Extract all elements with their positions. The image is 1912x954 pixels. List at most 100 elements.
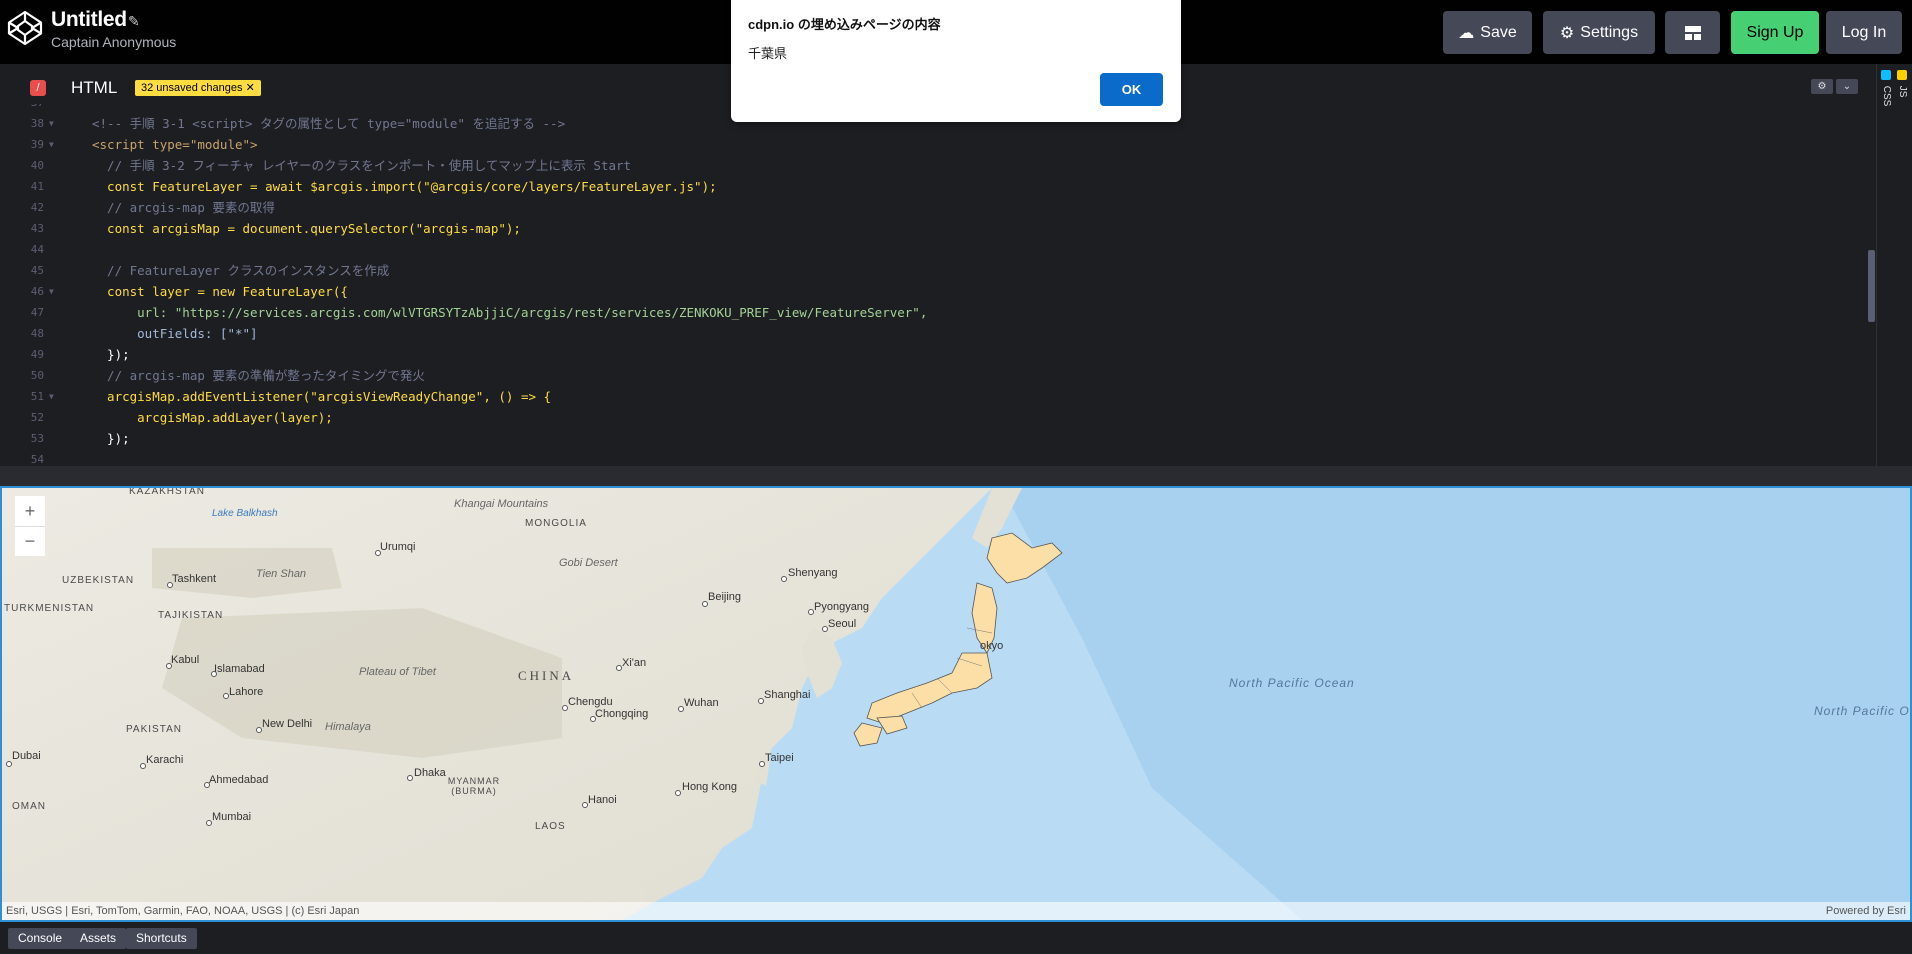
map-preview[interactable]: + − KAZAKHSTAN Khangai Mountains MONGOLI… — [0, 486, 1912, 922]
chevron-down-icon[interactable]: ⌄ — [1836, 79, 1858, 94]
line-number: 39 — [30, 138, 44, 151]
save-label: Save — [1480, 23, 1517, 41]
pen-title[interactable]: Untitled — [51, 8, 127, 32]
city-marker — [206, 820, 212, 826]
powered-by-esri[interactable]: Powered by Esri — [1826, 902, 1906, 920]
line-number: 42 — [30, 201, 44, 214]
map-label: okyo — [980, 640, 1004, 652]
line-number: 46 — [30, 285, 44, 298]
code-line: 40 // 手順 3-2 フィーチャ レイヤーのクラスをインポート・使用してマッ… — [0, 155, 1876, 176]
city-marker — [675, 790, 681, 796]
gear-icon: ⚙ — [1559, 24, 1575, 42]
shortcuts-button[interactable]: Shortcuts — [126, 928, 197, 949]
codepen-logo-icon[interactable] — [6, 9, 44, 47]
code-line: 51 ▼ arcgisMap.addEventListener("arcgisVi… — [0, 386, 1876, 407]
tab-js[interactable]: JS — [1897, 70, 1908, 97]
unsaved-changes-badge[interactable]: 32 unsaved changes ✕ — [135, 80, 261, 96]
city-marker — [166, 663, 172, 669]
line-number: 52 — [30, 411, 44, 424]
map-label: CHINA — [518, 668, 575, 683]
fold-arrow-icon[interactable]: ▼ — [49, 113, 54, 134]
map-label: OMAN — [12, 801, 46, 812]
zoom-in-button[interactable]: + — [15, 496, 45, 526]
line-number: 53 — [30, 432, 44, 445]
map-label: KAZAKHSTAN — [129, 486, 205, 497]
editor-title: HTML — [71, 78, 118, 97]
tab-css[interactable]: CSS — [1881, 70, 1892, 106]
code-text: // 手順 3-2 フィーチャ レイヤーのクラスをインポート・使用してマップ上に… — [92, 158, 632, 173]
city-marker — [616, 665, 622, 671]
fold-arrow-icon[interactable]: ▼ — [49, 134, 54, 155]
map-label: Xi'an — [622, 657, 647, 669]
code-text: const arcgisMap = document.querySelector… — [92, 221, 521, 236]
pen-author: Captain Anonymous — [51, 34, 177, 50]
code-text: outFields: ["*"] — [92, 326, 258, 341]
city-marker — [808, 609, 814, 615]
resize-divider[interactable] — [0, 466, 1912, 486]
editor-settings-icon[interactable]: ⚙ — [1811, 79, 1833, 94]
line-number: 48 — [30, 327, 44, 340]
map-label: Pyongyang — [814, 601, 870, 613]
map-label: Plateau of Tibet — [359, 666, 436, 678]
map-label: Karachi — [146, 754, 184, 766]
fold-arrow-icon[interactable]: ▼ — [49, 386, 54, 407]
bottom-toolbar: Console Assets Shortcuts — [0, 922, 1912, 954]
code-text: url: "https://services.arcgis.com/wlVTGR… — [92, 305, 928, 320]
code-text: const layer = new FeatureLayer({ — [92, 284, 348, 299]
code-line: 44 — [0, 239, 1876, 260]
line-number: 38 — [30, 117, 44, 130]
tab-js-label: JS — [1897, 85, 1908, 98]
html-editor-pane: / HTML 32 unsaved changes ✕ ⚙ ⌄ 37 38 ▼ <!… — [0, 64, 1912, 466]
assets-button[interactable]: Assets — [70, 928, 127, 949]
map-label: Chengdu — [568, 696, 613, 708]
map-label: Dubai — [12, 750, 41, 762]
code-text: // arcgis-map 要素の取得 — [92, 200, 275, 215]
line-number: 50 — [30, 369, 44, 382]
code-line: 50 // arcgis-map 要素の準備が整ったタイミングで発火 — [0, 365, 1876, 386]
zoom-out-button[interactable]: − — [15, 526, 45, 556]
map-label: LAOS — [535, 821, 566, 832]
settings-button[interactable]: ⚙ Settings — [1543, 11, 1655, 54]
log-in-button[interactable]: Log In — [1826, 11, 1902, 54]
pencil-icon[interactable]: ✎ — [128, 13, 140, 30]
map-label: Tashkent — [172, 573, 217, 585]
save-button[interactable]: ☁ Save — [1443, 11, 1532, 54]
map-label: MONGOLIA — [525, 518, 587, 529]
console-button[interactable]: Console — [8, 928, 73, 949]
city-marker — [204, 782, 210, 788]
map-label: Hanoi — [588, 794, 617, 806]
line-number: 40 — [30, 159, 44, 172]
layout-grid-icon — [1684, 25, 1701, 40]
fold-arrow-icon[interactable]: ▼ — [49, 281, 54, 302]
layout-button[interactable] — [1665, 11, 1720, 54]
city-marker — [781, 576, 787, 582]
map-label: Taipei — [765, 752, 794, 764]
city-marker — [678, 706, 684, 712]
city-marker — [590, 716, 596, 722]
map-label: MYANMAR (BURMA) — [447, 776, 501, 796]
code-line: 53 }); — [0, 428, 1876, 449]
code-line: 39 ▼ <script type="module"> — [0, 134, 1876, 155]
map-label: Chongqing — [595, 708, 649, 720]
dialog-ok-button[interactable]: OK — [1100, 73, 1163, 106]
close-icon[interactable]: ✕ — [246, 82, 255, 94]
map-label: Khangai Mountains — [454, 498, 549, 510]
editor-scrollbar[interactable] — [1868, 250, 1875, 322]
code-text: // arcgis-map 要素の準備が整ったタイミングで発火 — [92, 368, 425, 383]
basemap-graphic — [2, 488, 1910, 920]
city-marker — [702, 601, 708, 607]
map-label: Shanghai — [764, 689, 811, 701]
line-number: 51 — [30, 390, 44, 403]
map-label: TURKMENISTAN — [4, 603, 95, 614]
code-area[interactable]: 37 38 ▼ <!-- 手順 3-1 <script> タグの属性として type… — [0, 104, 1876, 470]
map-label: Beijing — [708, 591, 742, 603]
code-line: 52 arcgisMap.addLayer(layer); — [0, 407, 1876, 428]
sign-up-button[interactable]: Sign Up — [1731, 11, 1819, 54]
line-number: 41 — [30, 180, 44, 193]
code-line: 41 const FeatureLayer = await $arcgis.im… — [0, 176, 1876, 197]
map-label: Gobi Desert — [559, 557, 618, 569]
code-text: arcgisMap.addLayer(layer); — [92, 410, 333, 425]
city-marker — [6, 761, 12, 767]
map-label: Shenyang — [788, 567, 838, 579]
map-label: Lake Balkhash — [212, 508, 278, 519]
